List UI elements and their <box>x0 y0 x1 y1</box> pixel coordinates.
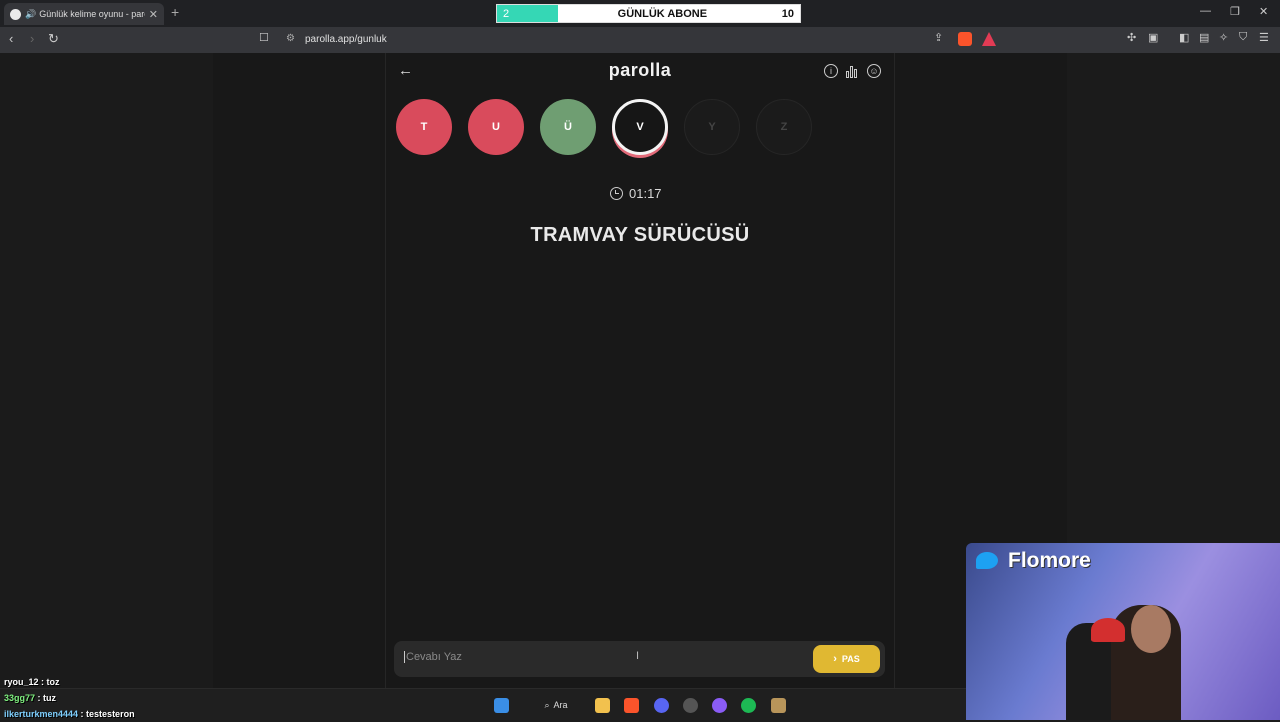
minimize-icon[interactable]: — <box>1200 5 1211 17</box>
tab-title: Günlük kelime oyunu - parolla <box>39 9 145 19</box>
chat-text: testesteron <box>86 709 135 719</box>
chat-separator: : <box>35 693 44 703</box>
chat-message: 33gg77 : tuz <box>4 690 135 706</box>
chat-text: tuz <box>43 693 57 703</box>
close-window-icon[interactable]: ✕ <box>1259 5 1268 18</box>
chat-separator: : <box>78 709 87 719</box>
file-explorer-icon[interactable] <box>595 698 610 713</box>
league-client-icon[interactable] <box>771 698 786 713</box>
speaker-icon[interactable]: 🔊 <box>25 9 36 20</box>
bookmark-icon[interactable]: ☐ <box>259 31 269 44</box>
parolla-favicon-icon <box>10 8 21 20</box>
profile-icon[interactable]: ☺ <box>867 64 881 78</box>
parolla-logo[interactable]: parolla <box>560 60 720 81</box>
brave-browser-icon[interactable] <box>624 698 639 713</box>
timer-value: 01:17 <box>629 186 662 201</box>
address-bar[interactable]: parolla.app/gunluk <box>305 34 387 45</box>
restore-icon[interactable]: ❐ <box>1230 5 1240 18</box>
spotify-icon[interactable] <box>741 698 756 713</box>
taskbar-search-label: Ara <box>553 700 568 710</box>
taskbar-search[interactable]: ⌕ Ara <box>532 696 580 714</box>
subscriber-goal-label: GÜNLÜK ABONE <box>617 7 708 20</box>
share-icon[interactable]: ⇪ <box>934 31 943 44</box>
webcam-overlay: Flomore <box>966 543 1280 720</box>
text-cursor-icon: I <box>636 650 640 662</box>
answer-bar: › PAS <box>394 641 885 677</box>
subscriber-goal-target: 10 <box>781 7 794 20</box>
chat-text: toz <box>46 677 60 687</box>
browser-tab[interactable]: 🔊 Günlük kelime oyunu - parolla ✕ <box>4 3 164 25</box>
chat-username: 33gg77 <box>4 693 36 703</box>
answer-input[interactable] <box>404 651 804 663</box>
letter-4: Y <box>684 99 740 155</box>
forward-icon[interactable]: › <box>30 31 34 46</box>
stats-icon[interactable] <box>845 64 859 78</box>
chevron-right-icon: › <box>833 653 837 665</box>
page-left-margin <box>0 53 213 720</box>
santa-hat <box>1091 618 1125 642</box>
pass-label: PAS <box>841 654 860 664</box>
vpn-icon[interactable]: ⛉ <box>1239 31 1247 44</box>
clock-icon <box>610 187 623 200</box>
windows-start-icon[interactable] <box>494 698 509 713</box>
streamer-head <box>1131 605 1171 653</box>
brave-shields-icon[interactable] <box>958 32 972 46</box>
twitter-icon <box>976 552 998 569</box>
leo-icon[interactable]: ✧ <box>1219 31 1228 44</box>
chat-username: ryou_12 <box>4 677 39 687</box>
streamer-name: Flomore <box>1008 549 1091 572</box>
browser-toolbar: ‹ › ↻ ☐ ⚙ parolla.app/gunluk ⇪ ✣ ▣ ◧ ▤ ✧… <box>0 27 1280 53</box>
reload-icon[interactable]: ↻ <box>48 31 59 47</box>
letter-1: U <box>468 99 524 155</box>
info-icon[interactable]: i <box>824 64 838 78</box>
discord-icon[interactable] <box>654 698 669 713</box>
letter-5: Z <box>756 99 812 155</box>
stream-chat-overlay: ryou_12 : toz 33gg77 : tuz ilkerturkmen444… <box>4 674 135 722</box>
subscriber-goal-bar: 2 GÜNLÜK ABONE 10 <box>496 4 801 23</box>
new-tab-button[interactable]: + <box>171 4 179 20</box>
media-icon[interactable]: ▣ <box>1148 31 1158 44</box>
letter-0: T <box>396 99 452 155</box>
chat-separator: : <box>38 677 47 687</box>
letter-2: Ü <box>540 99 596 155</box>
close-tab-icon[interactable]: ✕ <box>149 8 158 21</box>
sidebar-icon[interactable]: ◧ <box>1179 31 1189 44</box>
back-icon[interactable]: ‹ <box>9 31 13 46</box>
wallet-icon[interactable]: ▤ <box>1199 31 1209 44</box>
question-text: TRAMVAY SÜRÜCÜSÜ <box>530 224 750 246</box>
timer: 01:17 <box>610 186 674 201</box>
pass-button[interactable]: › PAS <box>813 645 880 673</box>
menu-icon[interactable]: ☰ <box>1259 31 1269 44</box>
subscriber-current: 2 <box>503 7 510 20</box>
letter-3: V <box>612 99 668 155</box>
extensions-icon[interactable]: ✣ <box>1127 31 1136 44</box>
back-arrow-icon[interactable]: ← <box>398 62 413 79</box>
obs-icon[interactable] <box>712 698 727 713</box>
chat-message: ryou_12 : toz <box>4 674 135 690</box>
browser-titlebar: 🔊 Günlük kelime oyunu - parolla ✕ + 2 GÜ… <box>0 0 1280 27</box>
site-info-icon[interactable]: ⚙ <box>286 33 295 44</box>
search-icon: ⌕ <box>544 699 550 710</box>
chat-username: ilkerturkmen4444 <box>4 709 79 719</box>
steam-icon[interactable] <box>683 698 698 713</box>
